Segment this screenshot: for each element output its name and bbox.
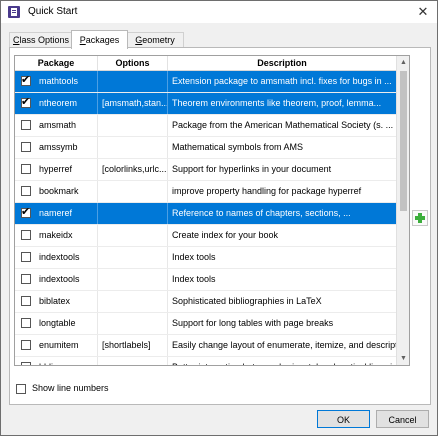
package-options-cell: [colorlinks,urlc... xyxy=(98,159,168,180)
column-header-description[interactable]: Description xyxy=(168,56,396,70)
table-row[interactable]: longtable Support for long tables with pa… xyxy=(15,313,396,335)
quick-start-dialog: Quick Start ✕ Class Options Packages Geo… xyxy=(0,0,438,436)
add-package-button[interactable] xyxy=(412,210,428,226)
package-checkbox[interactable] xyxy=(21,186,31,196)
checkmark-icon: ✔ xyxy=(21,206,31,218)
tab-packages-label: ackages xyxy=(85,35,120,45)
ok-button[interactable]: OK xyxy=(317,410,370,428)
package-description-cell: Index tools xyxy=(172,274,216,284)
column-header-options[interactable]: Options xyxy=(98,56,168,70)
package-options-cell xyxy=(98,203,168,224)
title-bar: Quick Start ✕ xyxy=(1,1,437,23)
packages-table: Package Options Description ✔ mathtools Ex… xyxy=(14,55,410,366)
package-checkbox[interactable] xyxy=(21,274,31,284)
table-body: ✔ mathtools Extension package to amsmath i… xyxy=(15,71,396,365)
package-checkbox[interactable] xyxy=(21,120,31,130)
package-description-cell: Extension package to amsmath incl. fixes… xyxy=(172,76,392,86)
plus-icon xyxy=(415,213,425,223)
tab-class-options-label: lass Options xyxy=(19,35,70,45)
package-description-cell: Create index for your book xyxy=(172,230,279,240)
table-row[interactable]: hhlineBetter interaction between horizon… xyxy=(15,357,396,365)
package-description-cell: improve property handling for package hy… xyxy=(172,186,362,196)
document-icon xyxy=(8,6,20,18)
package-options-cell xyxy=(98,137,168,158)
package-options-cell: [amsmath,stan... xyxy=(98,93,168,114)
package-options-cell xyxy=(98,247,168,268)
package-description-cell: Better interaction between horizontal an… xyxy=(168,357,396,365)
package-checkbox[interactable] xyxy=(21,164,31,174)
table-row[interactable]: biblatex Sophisticated bibliographies in … xyxy=(15,291,396,313)
package-checkbox[interactable] xyxy=(21,318,31,328)
package-description-cell: Index tools xyxy=(172,252,216,262)
table-row[interactable]: enumitem [shortlabels] Easily change layou… xyxy=(15,335,396,357)
package-description-cell: Mathematical symbols from AMS xyxy=(172,142,304,152)
package-options-cell xyxy=(98,291,168,312)
table-row[interactable]: amssymb Mathematical symbols from AMS xyxy=(15,137,396,159)
column-header-package[interactable]: Package xyxy=(15,56,98,70)
scroll-down-icon[interactable]: ▼ xyxy=(397,352,409,365)
tab-geometry-label: eometry xyxy=(142,35,175,45)
tab-class-options[interactable]: Class Options xyxy=(9,32,73,48)
package-options-cell xyxy=(98,71,168,92)
package-description-cell: Reference to names of chapters, sections… xyxy=(172,208,351,218)
package-description-cell: Theorem environments like theorem, proof… xyxy=(172,98,382,108)
package-description-cell: Support for hyperlinks in your document xyxy=(172,164,332,174)
table-row[interactable]: hyperref [colorlinks,urlc... Support for h… xyxy=(15,159,396,181)
package-checkbox[interactable] xyxy=(21,362,31,365)
window-title: Quick Start xyxy=(28,6,78,17)
package-options-cell xyxy=(98,225,168,246)
scrollbar-thumb[interactable] xyxy=(400,71,407,211)
package-description-cell: Package from the American Mathematical S… xyxy=(172,120,394,130)
package-options-cell xyxy=(98,313,168,334)
table-row[interactable]: ✔ ntheorem [amsmath,stan... Theorem environ… xyxy=(15,93,396,115)
package-description-cell: Easily change layout of enumerate, itemi… xyxy=(172,340,396,350)
tab-geometry[interactable]: Geometry xyxy=(126,32,184,48)
package-checkbox[interactable] xyxy=(21,296,31,306)
table-row[interactable]: indextools Index tools xyxy=(15,247,396,269)
package-options-cell: [shortlabels] xyxy=(98,335,168,356)
package-options-cell xyxy=(98,115,168,136)
cancel-button[interactable]: Cancel xyxy=(376,410,429,428)
close-icon[interactable]: ✕ xyxy=(415,4,431,20)
package-checkbox[interactable] xyxy=(21,230,31,240)
package-options-cell xyxy=(98,357,168,365)
tab-packages[interactable]: Packages xyxy=(71,30,128,49)
table-row[interactable]: makeidx Create index for your book xyxy=(15,225,396,247)
show-line-numbers-label: Show line numbers xyxy=(32,383,109,393)
checkmark-icon: ✔ xyxy=(21,74,31,86)
table-row[interactable]: amsmath Package from the American Mathema… xyxy=(15,115,396,137)
table-row[interactable]: ✔ nameref Reference to names of chapters, … xyxy=(15,203,396,225)
show-line-numbers-checkbox[interactable] xyxy=(16,384,26,394)
vertical-scrollbar[interactable]: ▲ ▼ xyxy=(396,56,409,365)
package-checkbox[interactable]: ✔ xyxy=(21,74,31,86)
package-checkbox[interactable]: ✔ xyxy=(21,206,31,218)
packages-panel: Package Options Description ✔ mathtools Ex… xyxy=(9,47,431,405)
package-checkbox[interactable]: ✔ xyxy=(21,96,31,108)
table-row[interactable]: indextools Index tools xyxy=(15,269,396,291)
package-checkbox[interactable] xyxy=(21,252,31,262)
package-description-cell: Support for long tables with page breaks xyxy=(172,318,334,328)
package-checkbox[interactable] xyxy=(21,142,31,152)
checkmark-icon: ✔ xyxy=(21,96,31,108)
table-row[interactable]: ✔ mathtools Extension package to amsmath i… xyxy=(15,71,396,93)
table-header: Package Options Description xyxy=(15,56,396,71)
package-checkbox[interactable] xyxy=(21,340,31,350)
package-description-cell: Sophisticated bibliographies in LaTeX xyxy=(172,296,322,306)
table-row[interactable]: bookmark improve property handling for pa… xyxy=(15,181,396,203)
package-options-cell xyxy=(98,269,168,290)
scroll-up-icon[interactable]: ▲ xyxy=(397,56,409,69)
package-options-cell xyxy=(98,181,168,202)
